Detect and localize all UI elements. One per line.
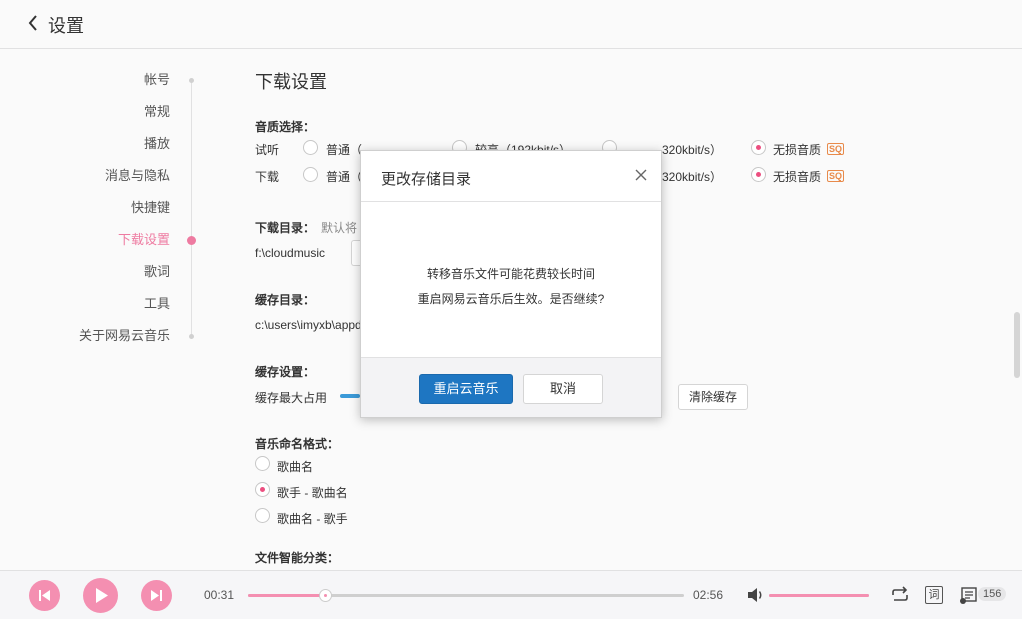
dialog-divider — [361, 201, 661, 202]
sidebar-item-privacy[interactable]: 消息与隐私 — [105, 168, 170, 184]
clear-cache-button[interactable]: 清除缓存 — [678, 384, 748, 410]
cache-size-slider[interactable] — [340, 394, 360, 398]
lyrics-button[interactable]: 词 — [925, 586, 943, 604]
cache-max-label: 缓存最大占用 — [255, 391, 328, 405]
dialog-footer: 重启云音乐 取消 — [361, 357, 661, 417]
download-radio-lossless[interactable] — [751, 167, 766, 182]
close-icon[interactable] — [631, 165, 651, 185]
sidebar-item-general[interactable]: 常规 — [144, 104, 170, 120]
back-arrow-icon[interactable] — [22, 10, 48, 36]
change-storage-dialog: 更改存储目录 转移音乐文件可能花费较长时间 重启网易云音乐后生效。是否继续? 重… — [360, 150, 662, 418]
top-bar: 设置 — [0, 0, 1022, 49]
sidebar-dot — [189, 334, 194, 339]
volume-icon[interactable] — [746, 586, 766, 604]
restart-button[interactable]: 重启云音乐 — [419, 374, 513, 404]
sidebar-active-dot — [187, 236, 196, 245]
download-dir-hint: 默认将 — [321, 221, 358, 235]
sidebar-item-tools[interactable]: 工具 — [144, 296, 170, 312]
sidebar-item-download[interactable]: 下载设置 — [118, 232, 170, 248]
playlist-count-badge: 156 — [978, 587, 1007, 601]
sidebar-item-shortcuts[interactable]: 快捷键 — [131, 200, 170, 216]
current-time: 00:31 — [204, 588, 235, 602]
listen-radio-lossless[interactable] — [751, 140, 766, 155]
smart-sort-label: 文件智能分类： — [255, 551, 340, 565]
sidebar-dot — [189, 78, 194, 83]
cache-settings-label: 缓存设置： — [255, 365, 316, 379]
sidebar-item-about[interactable]: 关于网易云音乐 — [79, 328, 170, 344]
scrollbar[interactable] — [1014, 312, 1020, 378]
download-dir-label: 下载目录： — [255, 221, 316, 235]
download-dir-path: f:\cloudmusic — [255, 246, 326, 260]
next-track-button[interactable] — [141, 580, 172, 611]
listen-radio-normal[interactable] — [303, 140, 318, 155]
dialog-title: 更改存储目录 — [381, 171, 472, 188]
cache-dir-label: 缓存目录： — [255, 293, 316, 307]
section-title: 下载设置 — [255, 72, 327, 92]
play-button[interactable] — [83, 578, 118, 613]
naming-label: 音乐命名格式： — [255, 437, 340, 451]
naming-radio-song[interactable] — [255, 456, 270, 471]
progress-bar[interactable] — [248, 589, 684, 602]
download-option-normal: 普通（ — [326, 170, 363, 184]
naming-radio-artist-song[interactable] — [255, 482, 270, 497]
listen-option-lossless: 无损音质 — [773, 143, 822, 157]
quality-label: 音质选择： — [255, 120, 316, 134]
listen-option-normal: 普通（ — [326, 143, 363, 157]
sq-badge-icon: SQ — [827, 170, 845, 182]
naming-radio-song-artist[interactable] — [255, 508, 270, 523]
naming-option-song-artist: 歌曲名 - 歌手 — [277, 512, 348, 526]
download-option-extreme: 320kbit/s） — [662, 170, 723, 184]
page-title: 设置 — [48, 16, 84, 36]
volume-fill — [769, 594, 869, 597]
listen-label: 试听 — [255, 143, 280, 157]
download-label: 下载 — [255, 170, 280, 184]
cancel-button[interactable]: 取消 — [523, 374, 603, 404]
sidebar-divider — [191, 80, 192, 337]
naming-option-song: 歌曲名 — [277, 460, 314, 474]
dialog-message-line1: 转移音乐文件可能花费较长时间 — [426, 267, 595, 281]
download-option-lossless: 无损音质 — [773, 170, 822, 184]
total-time: 02:56 — [693, 588, 724, 602]
sq-badge-icon: SQ — [827, 143, 845, 155]
player-bar: 00:31 02:56 词 156 — [0, 570, 1022, 619]
dialog-message-line2: 重启网易云音乐后生效。是否继续? — [417, 292, 605, 306]
naming-option-artist-song: 歌手 - 歌曲名 — [277, 486, 348, 500]
repeat-icon[interactable] — [889, 585, 911, 608]
listen-option-extreme: 320kbit/s） — [662, 143, 723, 157]
progress-fill — [248, 594, 325, 597]
sidebar-item-account[interactable]: 帐号 — [144, 72, 170, 88]
volume-slider[interactable] — [769, 594, 869, 597]
cache-dir-path: c:\users\imyxb\appd — [255, 318, 362, 332]
previous-track-button[interactable] — [29, 580, 60, 611]
progress-knob[interactable] — [318, 589, 332, 602]
sidebar-item-playback[interactable]: 播放 — [144, 136, 170, 152]
playlist-icon[interactable] — [959, 585, 979, 608]
download-radio-normal[interactable] — [303, 167, 318, 182]
sidebar-item-lyrics[interactable]: 歌词 — [144, 264, 170, 280]
